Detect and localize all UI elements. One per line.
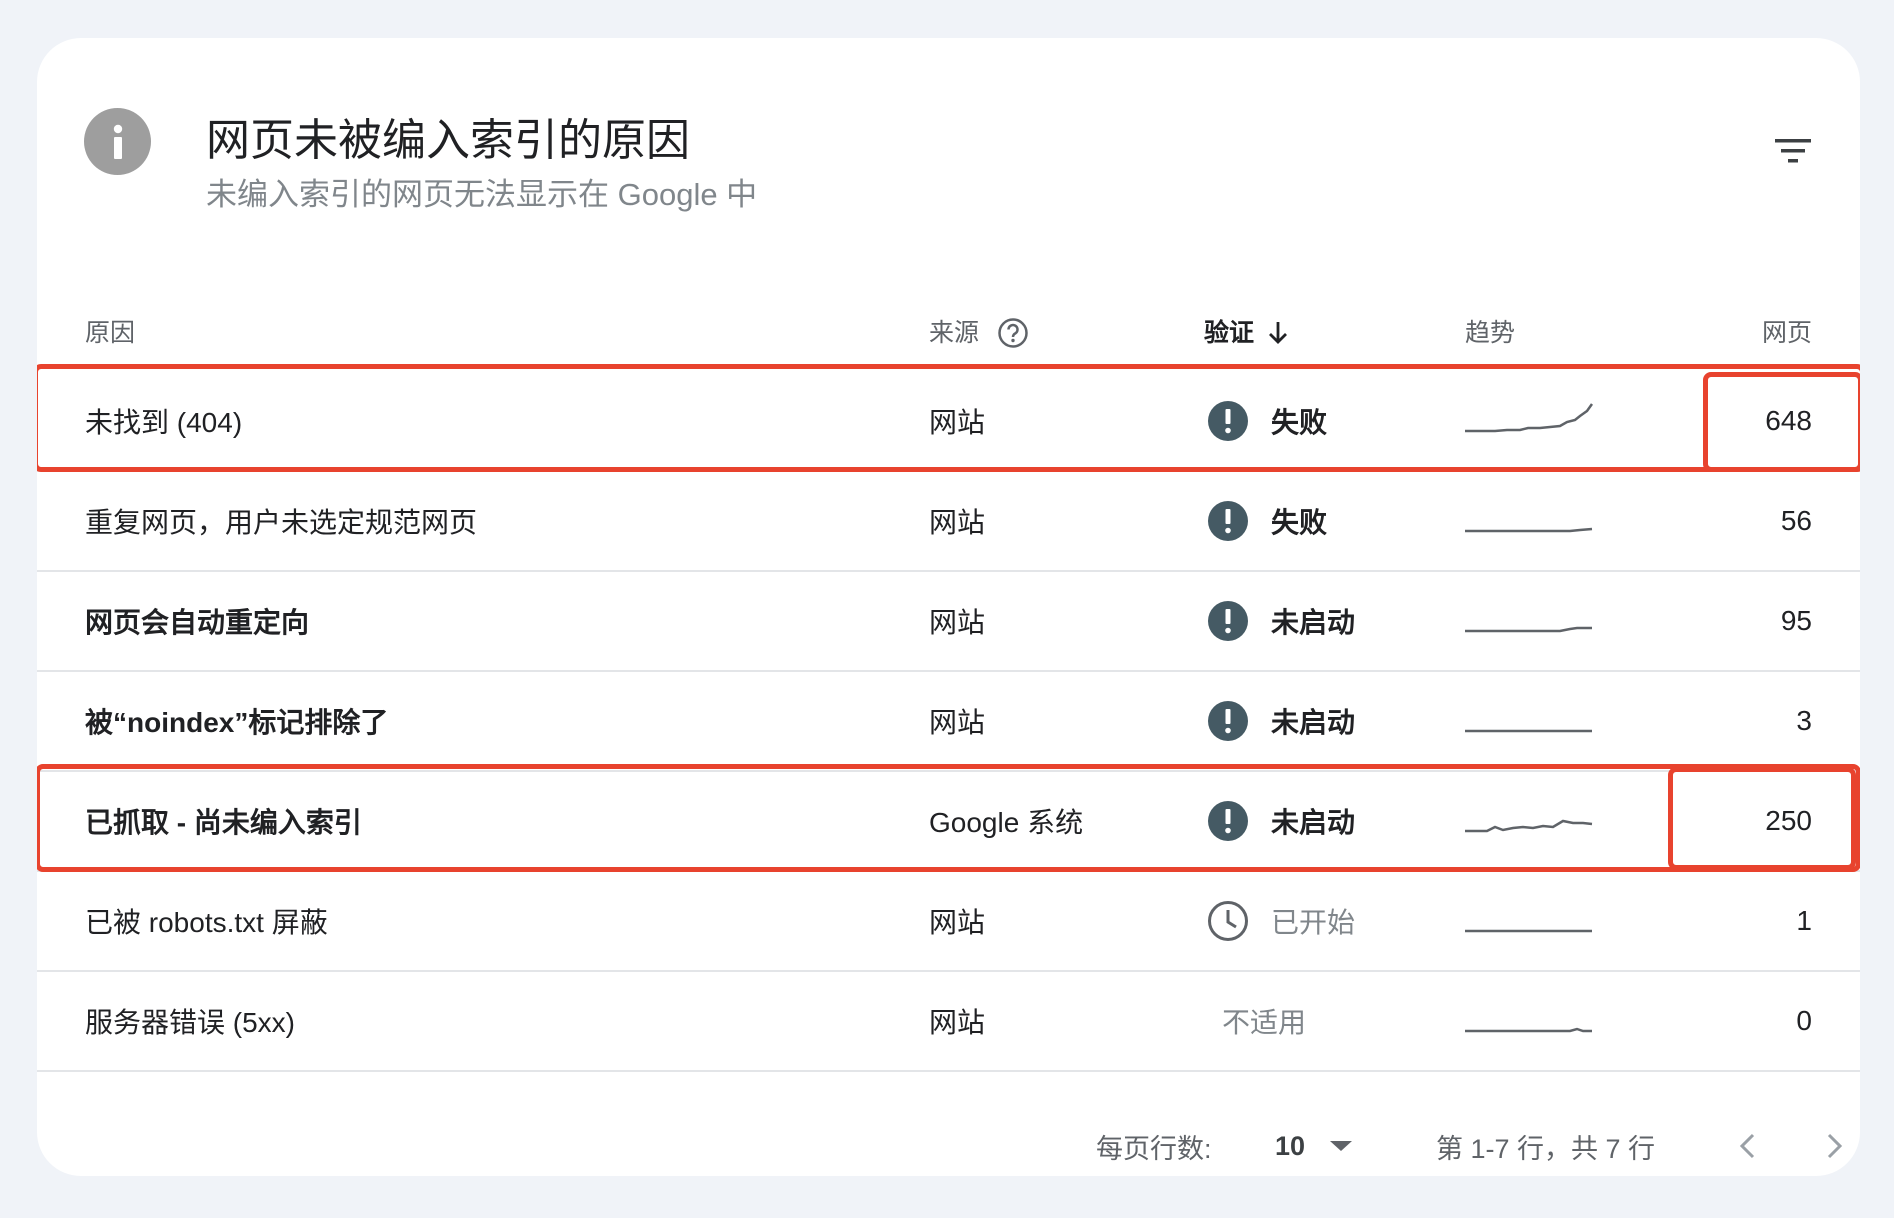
dropdown-arrow-icon [1330,1141,1353,1151]
source-cell: 网站 [929,1007,986,1038]
trend-cell [1465,772,1595,870]
trend-sparkline [1465,929,1592,933]
verification-cell: 未启动 [1207,672,1355,770]
reason-cell: 被“noindex”标记排除了 [85,707,389,738]
trend-cell [1465,672,1595,770]
not-indexed-reasons-card: 网页未被编入索引的原因 未编入索引的网页无法显示在 Google 中 原因 来源… [37,38,1860,1176]
trend-cell [1465,572,1595,670]
verification-cell: 未启动 [1207,572,1355,670]
reason-cell: 未找到 (404) [85,407,243,438]
help-icon[interactable] [997,317,1029,349]
column-header-verification-label: 验证 [1204,319,1255,347]
pages-count: 95 [1780,605,1812,636]
reasons-table-body: 未找到 (404) 网站 失败 648 重复网页，用户未选定规范网页 网站 失败… [37,372,1860,1072]
trend-cell [1465,372,1595,470]
reason-cell: 重复网页，用户未选定规范网页 [85,507,478,538]
pages-count: 56 [1780,505,1812,536]
table-row[interactable]: 已抓取 - 尚未编入索引 Google 系统 未启动 250 [37,772,1860,872]
verification-cell: 未启动 [1207,772,1355,870]
column-header-pages[interactable]: 网页 [1762,311,1812,355]
error-icon [1208,601,1248,641]
pages-count: 250 [1765,805,1812,836]
trend-sparkline [1465,1027,1592,1033]
source-cell: Google 系统 [929,807,1084,838]
info-icon [84,108,151,175]
pages-count: 0 [1796,1005,1812,1036]
pages-count: 1 [1796,905,1812,936]
table-row[interactable]: 网页会自动重定向 网站 未启动 95 [37,572,1860,672]
column-header-source[interactable]: 来源 [929,311,1029,355]
pages-count: 648 [1765,405,1812,436]
pages-count: 3 [1796,705,1812,736]
source-cell: 网站 [929,907,986,938]
status-label: 未启动 [1271,807,1356,838]
column-header-reason[interactable]: 原因 [85,311,135,355]
trend-sparkline [1465,626,1592,633]
column-header-source-label: 来源 [929,319,980,347]
rows-per-page-value: 10 [1275,1130,1306,1161]
status-label: 未启动 [1271,607,1356,638]
card-title: 网页未被编入索引的原因 [206,116,690,165]
next-page-button[interactable] [1815,1116,1855,1176]
reason-cell: 已抓取 - 尚未编入索引 [85,807,362,838]
verification-cell: 已开始 [1207,872,1355,970]
trend-sparkline [1465,729,1592,733]
column-header-trend: 趋势 [1465,319,1516,347]
column-header-verification[interactable]: 验证 [1204,311,1290,355]
status-label: 不适用 [1222,1007,1307,1038]
status-label: 未启动 [1271,707,1356,738]
reason-cell: 已被 robots.txt 屏蔽 [85,907,328,938]
source-cell: 网站 [929,607,986,638]
trend-cell [1465,872,1595,970]
trend-cell [1465,972,1595,1070]
filter-icon [1775,139,1811,163]
source-cell: 网站 [929,507,986,538]
error-icon [1208,401,1248,441]
trend-sparkline [1465,527,1593,533]
previous-page-button[interactable] [1727,1116,1767,1176]
reason-cell: 网页会自动重定向 [85,607,310,638]
trend-cell [1465,472,1595,570]
table-row[interactable]: 服务器错误 (5xx) 网站 不适用 0 [37,972,1860,1072]
error-icon [1208,701,1248,741]
table-row[interactable]: 未找到 (404) 网站 失败 648 [37,372,1860,472]
error-icon [1208,801,1248,841]
verification-cell: 不适用 [1222,972,1306,1070]
source-cell: 网站 [929,407,986,438]
trend-sparkline [1465,403,1594,433]
reason-cell: 服务器错误 (5xx) [85,1007,296,1038]
chevron-left-icon [1739,1133,1755,1159]
chevron-right-icon [1827,1133,1843,1159]
card-subtitle: 未编入索引的网页无法显示在 Google 中 [206,177,758,212]
verification-cell: 失败 [1207,372,1327,470]
trend-sparkline [1465,819,1593,833]
arrow-down-icon [1269,322,1288,344]
error-icon [1208,501,1248,541]
rows-per-page-label: 每页行数: [1096,1133,1212,1164]
filter-button[interactable] [1765,126,1821,176]
source-cell: 网站 [929,707,986,738]
verification-cell: 失败 [1207,472,1327,570]
table-row[interactable]: 被“noindex”标记排除了 网站 未启动 3 [37,672,1860,772]
rows-per-page-select[interactable]: 10 [1275,1116,1353,1176]
clock-icon [1208,901,1248,941]
status-label: 失败 [1271,507,1328,538]
table-row[interactable]: 重复网页，用户未选定规范网页 网站 失败 56 [37,472,1860,572]
status-label: 已开始 [1271,907,1356,938]
pagination-range: 第 1-7 行，共 7 行 [1436,1133,1656,1164]
status-label: 失败 [1271,407,1328,438]
table-row[interactable]: 已被 robots.txt 屏蔽 网站 已开始 1 [37,872,1860,972]
